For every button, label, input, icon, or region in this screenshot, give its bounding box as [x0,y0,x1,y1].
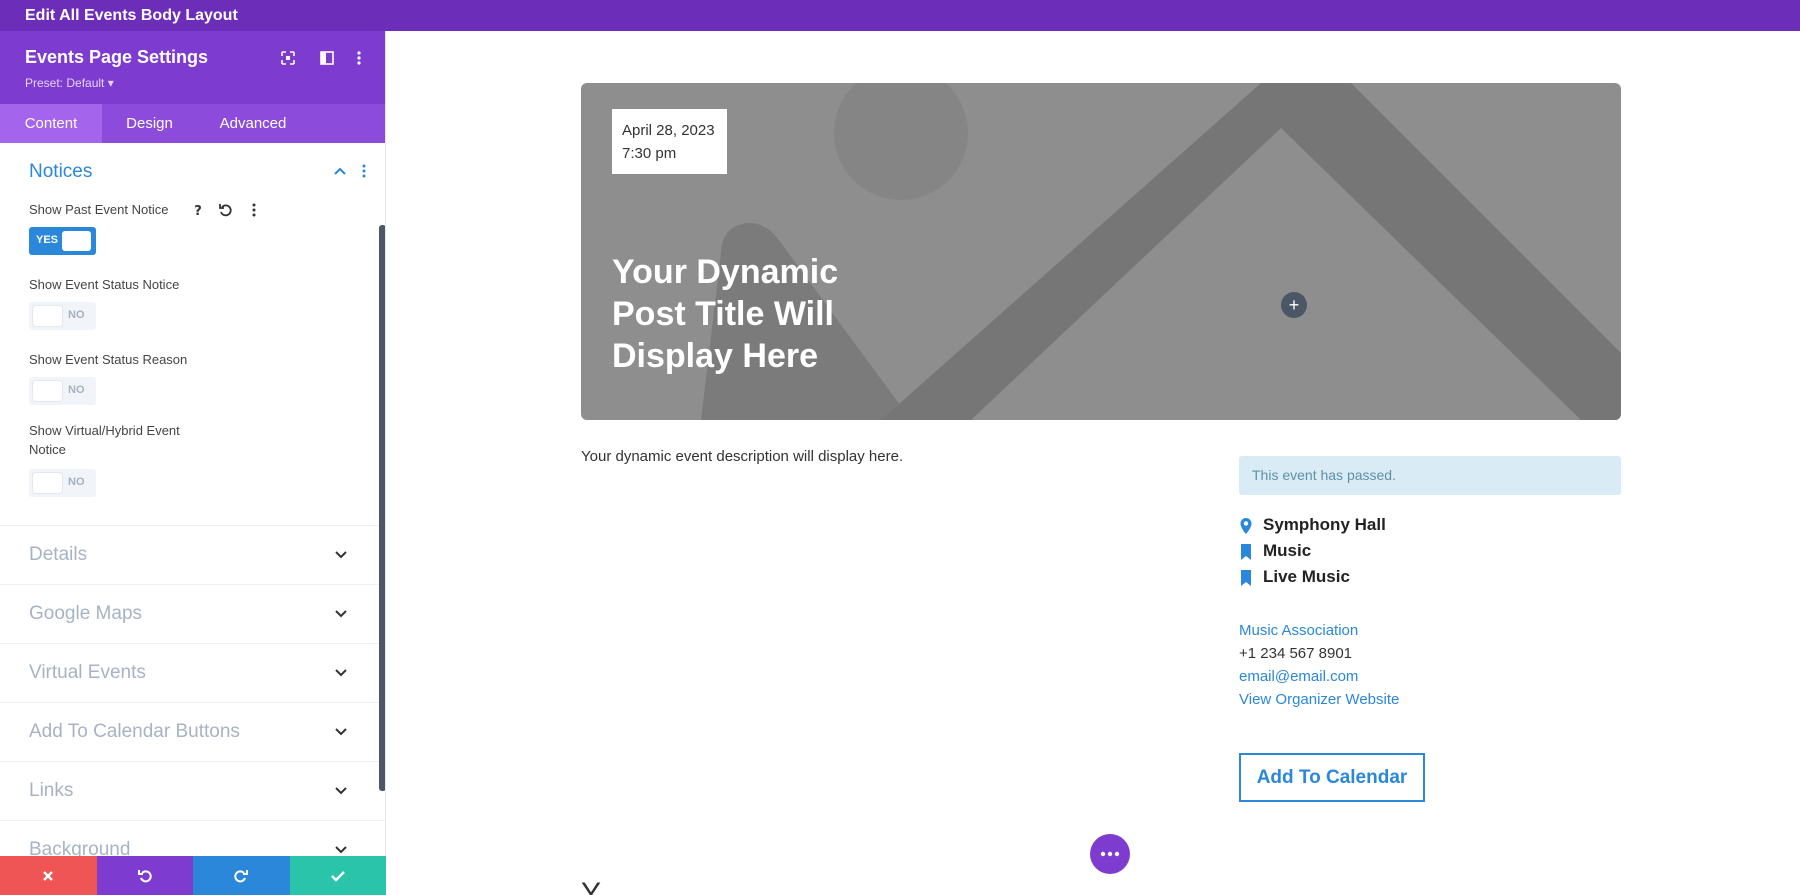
chevron-down-icon [335,551,347,559]
svg-text:?: ? [194,204,202,219]
close-icon [43,870,54,881]
chevron-down-icon [335,846,347,854]
hero-featured-image: April 28, 2023 7:30 pm Your Dynamic Post… [581,83,1621,420]
toggle-value: NO [68,384,85,396]
plus-icon: + [1288,295,1300,315]
section-title: Links [29,780,74,801]
chevron-down-icon [335,610,347,618]
more-options-icon[interactable] [245,201,263,219]
add-to-calendar-button[interactable]: Add To Calendar [1239,753,1425,802]
more-options-icon[interactable] [358,163,370,179]
panel-title: Events Page Settings [25,47,209,67]
option-label-past-event-notice: Show Past Event Notice [29,202,169,217]
chevron-up-icon[interactable] [333,165,347,177]
top-bar: Edit All Events Body Layout [0,0,1800,31]
option-label-line1: Show Virtual/Hybrid Event [29,423,180,438]
organizer-name-link[interactable]: Music Association [1239,622,1358,639]
section-links[interactable]: Links [0,761,385,820]
section-add-to-calendar-buttons[interactable]: Add To Calendar Buttons [0,702,385,761]
section-title: Virtual Events [29,662,146,683]
event-description: Your dynamic event description will disp… [581,448,904,465]
tag-name: Live Music [1263,567,1350,586]
toggle-past-event-notice[interactable]: YES [29,227,96,255]
toggle-event-status-reason[interactable]: NO [29,377,96,405]
section-google-maps[interactable]: Google Maps [0,584,385,643]
sidebar-toggle-icon[interactable] [318,49,336,67]
organizer-website-link[interactable]: View Organizer Website [1239,691,1399,708]
toggle-knob [33,473,62,493]
event-date-box: April 28, 2023 7:30 pm [612,109,727,174]
checkmark-icon [330,870,345,882]
panel-footer [0,856,386,895]
toggle-value: NO [68,476,85,488]
more-options-icon[interactable] [350,49,368,67]
section-title: Details [29,544,88,565]
panel-header: Events Page Settings Preset: Default ▾ [0,31,385,104]
venue-name: Symphony Hall [1263,515,1386,534]
toggle-value: YES [36,234,59,246]
event-title: Your Dynamic Post Title Will Display Her… [612,253,839,375]
undo-icon [137,869,152,882]
panel-tabs: Content Design Advanced [0,104,385,143]
tab-content[interactable]: Content [0,104,102,143]
notices-section: Notices Show Past Event Notice ? YES Sho… [0,143,385,556]
past-event-notice: This event has passed. [1239,456,1621,495]
builder-options-button[interactable] [1090,834,1130,874]
layout-title: Edit All Events Body Layout [25,7,238,24]
section-details[interactable]: Details [0,525,385,584]
bookmark-icon [1241,544,1251,560]
event-date: April 28, 2023 [622,122,715,139]
category-name: Music [1263,541,1312,560]
tab-design[interactable]: Design [102,104,197,143]
section-virtual-events[interactable]: Virtual Events [0,643,385,702]
undo-button[interactable] [96,856,193,895]
section-title-notices[interactable]: Notices [29,161,92,183]
preset-dropdown[interactable]: Preset: Default ▾ [25,76,114,90]
settings-panel: Events Page Settings Preset: Default ▾ C… [0,31,386,895]
chevron-down-icon [335,728,347,736]
next-section-heading: Y [581,879,601,895]
save-button[interactable] [289,856,386,895]
option-label-event-status-reason: Show Event Status Reason [29,352,188,367]
section-title: Google Maps [29,603,143,624]
chevron-down-icon [335,669,347,677]
redo-icon [234,869,249,882]
chevron-down-icon [335,787,347,795]
organizer-email-link[interactable]: email@email.com [1239,668,1358,685]
option-label-line2: Notice [29,442,66,457]
more-horizontal-icon [1100,851,1120,857]
preview-canvas: April 28, 2023 7:30 pm Your Dynamic Post… [386,31,1800,895]
redo-button[interactable] [193,856,290,895]
toggle-virtual-hybrid-notice[interactable]: NO [29,469,96,497]
reset-icon[interactable] [217,201,235,219]
option-label-event-status-notice: Show Event Status Notice [29,277,180,292]
location-pin-icon [1240,518,1252,534]
add-module-button[interactable]: + [1281,292,1307,318]
help-icon[interactable]: ? [189,201,207,219]
expand-icon[interactable] [279,49,297,67]
organizer-phone: +1 234 567 8901 [1239,645,1353,662]
toggle-knob [62,231,91,251]
option-label-virtual-hybrid-notice: Show Virtual/Hybrid Event Notice [29,421,180,459]
toggle-knob [33,381,62,401]
event-time: 7:30 pm [622,145,677,162]
toggle-value: NO [68,309,85,321]
section-title: Add To Calendar Buttons [29,721,240,742]
bookmark-icon [1241,570,1251,586]
toggle-knob [33,306,62,326]
tab-advanced[interactable]: Advanced [197,104,309,143]
panel-scrollbar[interactable] [379,225,385,791]
discard-button[interactable] [0,856,97,895]
toggle-event-status-notice[interactable]: NO [29,302,96,330]
